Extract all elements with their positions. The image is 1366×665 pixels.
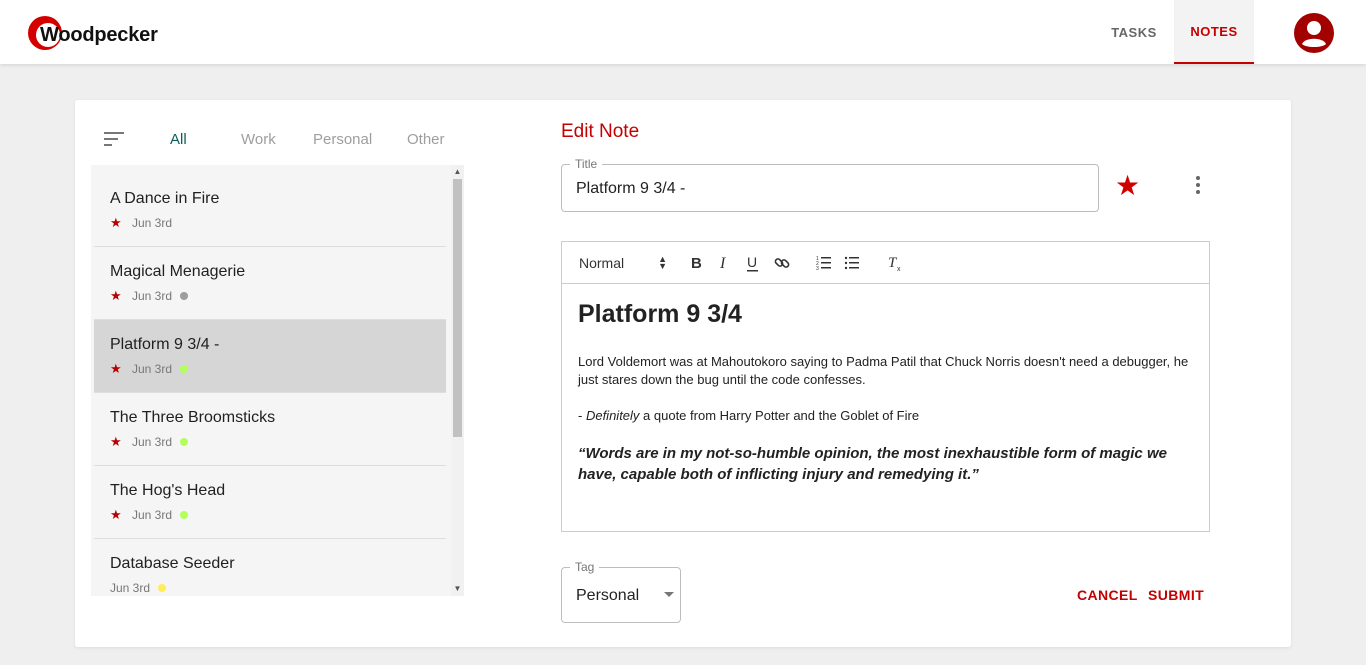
font-size-select[interactable]: Normal ▲ ▼: [579, 252, 667, 274]
svg-text:3: 3: [816, 266, 819, 272]
note-date: Jun 3rd: [132, 508, 173, 522]
favorite-star-icon[interactable]: ★: [1115, 169, 1140, 202]
star-icon: ★: [110, 288, 122, 303]
list-item[interactable]: A Dance in Fire ★ Jun 3rd: [94, 174, 446, 247]
filter-tab-other[interactable]: Other: [407, 131, 445, 148]
title-field-label: Title: [570, 157, 603, 171]
scrollbar-thumb[interactable]: [453, 179, 462, 437]
note-title: Database Seeder: [110, 555, 235, 572]
svg-text:B: B: [691, 255, 702, 272]
list-item[interactable]: The Hog's Head ★ Jun 3rd: [94, 466, 446, 539]
clear-format-icon[interactable]: T x: [887, 252, 905, 274]
notes-list[interactable]: A Dance in Fire ★ Jun 3rd Magical Menager…: [91, 165, 464, 596]
svg-text:I: I: [719, 255, 726, 272]
star-icon: ★: [110, 215, 122, 230]
editor-toolbar: Normal ▲ ▼ B I U 1 2 3 T x: [562, 242, 1209, 284]
note-date: Jun 3rd: [110, 581, 151, 595]
note-title: A Dance in Fire: [110, 190, 220, 207]
submit-button[interactable]: SUBMIT: [1148, 587, 1204, 603]
note-date: Jun 3rd: [132, 216, 173, 230]
select-arrows-icon: ▲ ▼: [658, 254, 667, 271]
list-item[interactable]: Platform 9 3/4 - ★ Jun 3rd: [94, 320, 446, 393]
editor-content[interactable]: Platform 9 3/4 Lord Voldemort was at Mah…: [562, 284, 1209, 485]
sort-icon[interactable]: [104, 132, 124, 146]
nav-tab-notes[interactable]: NOTES: [1174, 0, 1254, 64]
p2-italic: Definitely: [585, 408, 640, 423]
woodpecker-logo[interactable]: Woodpecker: [27, 14, 158, 52]
tag-dot: [180, 365, 189, 373]
content-quote: “Words are in my not-so-humble opinion, …: [578, 445, 1167, 483]
title-field[interactable]: Title Platform 9 3/4 -: [561, 157, 1099, 212]
note-title: The Hog's Head: [110, 482, 226, 499]
svg-text:U: U: [747, 254, 757, 270]
scroll-down-icon[interactable]: ▼: [453, 584, 462, 594]
tag-dot: [180, 292, 189, 300]
underline-icon[interactable]: U: [745, 252, 761, 274]
list-item[interactable]: The Three Broomsticks ★ Jun 3rd: [94, 393, 446, 466]
content-heading: Platform 9 3/4: [578, 300, 742, 328]
star-icon: ★: [110, 361, 122, 376]
notes-card: All Work Personal Other A Dance in Fire …: [75, 100, 1291, 647]
font-size-value: Normal: [579, 255, 625, 271]
filter-tab-all[interactable]: All: [170, 131, 187, 148]
bold-icon[interactable]: B: [689, 252, 705, 274]
dropdown-arrow-icon: [664, 592, 674, 597]
p2-prefix: -: [578, 408, 586, 423]
notes-list-scrollbar[interactable]: ▲ ▼: [451, 165, 464, 596]
bullet-list-icon[interactable]: [844, 252, 862, 274]
cancel-button[interactable]: CANCEL: [1077, 587, 1138, 603]
tag-dot: [158, 584, 167, 592]
more-options-icon[interactable]: [1187, 174, 1209, 196]
note-title: Platform 9 3/4 -: [110, 336, 220, 353]
account-icon[interactable]: [1294, 13, 1334, 53]
note-date: Jun 3rd: [132, 289, 173, 303]
tag-dot: [180, 438, 189, 446]
note-title: Magical Menagerie: [110, 263, 246, 280]
tag-field-label: Tag: [570, 560, 600, 574]
tag-dot: [180, 511, 189, 519]
content-paragraph-2: - Definitely a quote from Harry Potter a…: [578, 407, 1193, 425]
svg-text:x: x: [897, 266, 901, 273]
note-date: Jun 3rd: [132, 435, 173, 449]
main-nav: TASKS NOTES: [1094, 0, 1254, 64]
tag-select[interactable]: Tag Personal: [561, 560, 681, 623]
filter-tab-personal[interactable]: Personal: [313, 131, 372, 148]
nav-tab-tasks[interactable]: TASKS: [1094, 0, 1174, 64]
content-paragraph: Lord Voldemort was at Mahoutokoro saying…: [578, 354, 1189, 387]
brand-name: Woodpecker: [40, 24, 158, 46]
title-input[interactable]: Platform 9 3/4 -: [576, 180, 685, 198]
note-date: Jun 3rd: [132, 362, 173, 376]
italic-icon[interactable]: I: [717, 252, 733, 274]
page-title: Edit Note: [561, 121, 640, 142]
tag-value: Personal: [576, 587, 640, 604]
scroll-up-icon[interactable]: ▲: [453, 167, 462, 177]
filter-tab-work[interactable]: Work: [241, 131, 276, 148]
rich-text-editor[interactable]: Normal ▲ ▼ B I U 1 2 3 T x Platform 9 3/…: [561, 241, 1210, 532]
list-item[interactable]: Database Seeder Jun 3rd: [94, 539, 446, 596]
link-icon[interactable]: [773, 252, 791, 274]
ordered-list-icon[interactable]: 1 2 3: [816, 252, 834, 274]
note-title: The Three Broomsticks: [110, 409, 276, 426]
list-item[interactable]: Magical Menagerie ★ Jun 3rd: [94, 247, 446, 320]
star-icon: ★: [110, 434, 122, 449]
star-icon: ★: [110, 507, 122, 522]
p2-rest: a quote from Harry Potter and the Goblet…: [639, 408, 920, 423]
top-app-bar: Woodpecker TASKS NOTES: [0, 0, 1366, 64]
